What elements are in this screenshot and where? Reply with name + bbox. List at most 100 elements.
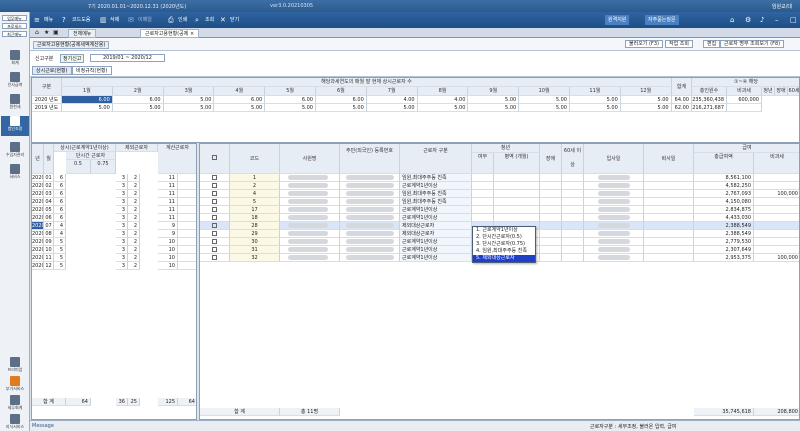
count-cell-empty[interactable]	[178, 262, 196, 270]
tab-irregular[interactable]: 비정규직(현황)	[72, 66, 112, 75]
count-cell[interactable]: 2020	[32, 182, 44, 190]
count-cell[interactable]: 6	[54, 198, 66, 206]
count-cell[interactable]: 2	[128, 206, 140, 214]
name-cell[interactable]	[280, 254, 340, 262]
count-cell[interactable]: 11	[44, 254, 54, 262]
count-cell-empty[interactable]	[178, 174, 196, 182]
tab-close-icon[interactable]: ×	[190, 31, 194, 37]
leave-date-cell[interactable]	[644, 230, 694, 238]
pay-total-cell[interactable]: 2,953,375	[694, 254, 754, 262]
count-cell[interactable]: 07	[44, 222, 54, 230]
count-cell[interactable]: 05	[44, 206, 54, 214]
code-cell[interactable]: 4	[230, 190, 280, 198]
leave-date-cell[interactable]	[644, 190, 694, 198]
nontax-cell[interactable]	[754, 230, 799, 238]
resid-cell[interactable]	[340, 246, 400, 254]
leave-date-cell[interactable]	[644, 254, 694, 262]
worker-type-cell[interactable]: 임원,최대주주등 친족	[400, 198, 472, 206]
code-cell[interactable]: 32	[230, 254, 280, 262]
count-cell[interactable]: 6	[54, 174, 66, 182]
count-cell-empty[interactable]	[178, 206, 196, 214]
count-cell-empty[interactable]	[178, 190, 196, 198]
count-cell[interactable]: 3	[116, 254, 128, 262]
row-checkbox[interactable]	[212, 191, 217, 196]
nav-item-corporate-adjust[interactable]: 법인조정	[1, 116, 29, 136]
disabled-cell[interactable]	[540, 214, 562, 222]
delete-button[interactable]: ▥ 삭제	[100, 15, 119, 25]
count-cell[interactable]: 9	[158, 230, 178, 238]
home-tab-icon[interactable]: ⌂	[35, 29, 39, 36]
count-cell[interactable]: 2020	[32, 238, 44, 246]
hire-date-cell[interactable]	[584, 182, 644, 190]
code-cell[interactable]: 17	[230, 206, 280, 214]
disabled-cell[interactable]	[540, 182, 562, 190]
count-cell[interactable]: 2	[128, 214, 140, 222]
count-cell[interactable]: 3	[116, 262, 128, 270]
pay-total-cell[interactable]: 4,582,250	[694, 182, 754, 190]
young-cell[interactable]	[472, 206, 494, 214]
name-cell[interactable]	[280, 214, 340, 222]
code-cell[interactable]: 18	[230, 214, 280, 222]
disabled-cell[interactable]	[540, 254, 562, 262]
nav-item-import[interactable]: 수입지관리	[1, 142, 29, 158]
nontax-cell[interactable]	[754, 174, 799, 182]
worker-type-cell[interactable]: 근로계약1년이상	[400, 214, 472, 222]
count-cell[interactable]: 11	[158, 214, 178, 222]
dropdown-option[interactable]: 2. 단시간근로자(0.5)	[473, 234, 535, 241]
nontax-cell[interactable]	[754, 182, 799, 190]
nav-item-withholding[interactable]: 원천세	[1, 94, 29, 110]
count-cell[interactable]: 2	[128, 190, 140, 198]
row-checkbox[interactable]	[212, 207, 217, 212]
disabled-cell[interactable]	[540, 190, 562, 198]
print-button[interactable]: ⎙ 인쇄	[168, 15, 187, 25]
row-checkbox[interactable]	[212, 255, 217, 260]
nontax-cell[interactable]: 100,000	[754, 254, 799, 262]
count-cell[interactable]: 2	[128, 246, 140, 254]
row-checkbox[interactable]	[212, 239, 217, 244]
pay-total-cell[interactable]: 2,779,530	[694, 238, 754, 246]
worker-type-cell[interactable]: 근로계약1년이상	[400, 254, 472, 262]
count-cell[interactable]: 5	[54, 238, 66, 246]
young-cell[interactable]	[472, 198, 494, 206]
gear-icon[interactable]: ⚙	[745, 15, 755, 25]
resid-cell[interactable]	[340, 190, 400, 198]
count-cell[interactable]: 2	[128, 230, 140, 238]
over60-cell[interactable]	[562, 206, 584, 214]
code-cell[interactable]: 2	[230, 182, 280, 190]
disabled-cell[interactable]	[540, 246, 562, 254]
faq-button[interactable]: 자주묻는질문	[645, 15, 679, 25]
search-button[interactable]: ⌕ 조회	[195, 15, 214, 25]
over60-cell[interactable]	[562, 222, 584, 230]
count-cell[interactable]: 5	[54, 254, 66, 262]
dropdown-option[interactable]: 1. 근로계약1년이상	[473, 227, 535, 234]
home-icon[interactable]: ⌂	[730, 15, 740, 25]
pay-total-cell[interactable]: 2,767,093	[694, 190, 754, 198]
count-cell[interactable]: 11	[158, 198, 178, 206]
count-cell[interactable]: 11	[158, 206, 178, 214]
pay-total-cell[interactable]: 4,150,080	[694, 198, 754, 206]
pay-total-cell[interactable]: 4,433,030	[694, 214, 754, 222]
nav-item-tax-accounting[interactable]: 세무회계	[1, 395, 29, 411]
count-cell-empty[interactable]	[178, 198, 196, 206]
count-cell[interactable]: 2020	[32, 174, 44, 182]
count-cell[interactable]: 09	[44, 238, 54, 246]
resid-cell[interactable]	[340, 230, 400, 238]
hire-date-cell[interactable]	[584, 238, 644, 246]
count-cell-empty[interactable]	[178, 222, 196, 230]
count-cell[interactable]: 2020	[32, 222, 44, 230]
count-cell[interactable]: 11	[158, 190, 178, 198]
count-cell[interactable]: 3	[116, 182, 128, 190]
resid-cell[interactable]	[340, 222, 400, 230]
load-button[interactable]: 불러오기 (F3)	[625, 40, 663, 48]
leave-date-cell[interactable]	[644, 174, 694, 182]
edit-button[interactable]: 편집	[703, 40, 721, 48]
name-cell[interactable]	[280, 206, 340, 214]
hire-date-cell[interactable]	[584, 214, 644, 222]
worker-type-cell[interactable]: 임원,최대주주등 친족	[400, 190, 472, 198]
over60-cell[interactable]	[562, 174, 584, 182]
period-field[interactable]: 2019/01 ~ 2020/12	[90, 54, 165, 62]
count-cell[interactable]: 3	[116, 238, 128, 246]
worker-type-dropdown[interactable]: 1. 근로계약1년이상 2. 단시간근로자(0.5) 3. 단시간근로자(0.75)…	[472, 226, 536, 263]
count-cell[interactable]: 2020	[32, 254, 44, 262]
remote-support-button[interactable]: 원격지원	[605, 15, 630, 25]
